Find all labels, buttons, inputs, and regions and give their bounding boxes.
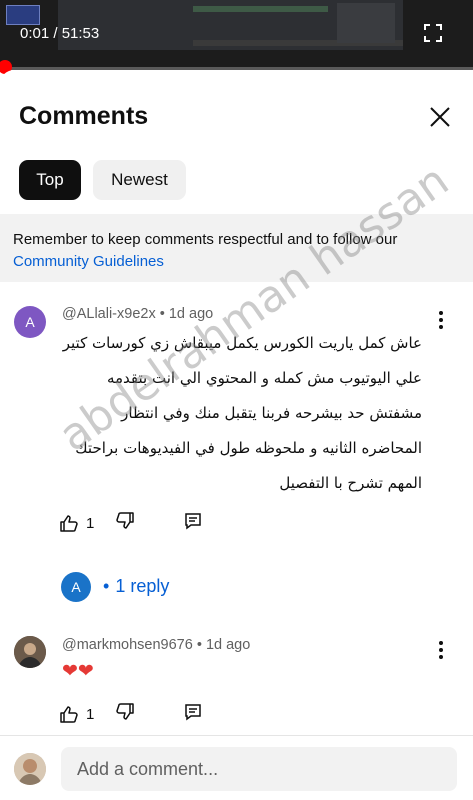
- notice-text: Remember to keep comments respectful and…: [13, 231, 398, 248]
- comment-author[interactable]: @ALlali-x9e2x: [62, 306, 156, 322]
- reply-button[interactable]: [184, 512, 202, 535]
- avatar[interactable]: [14, 636, 46, 668]
- like-count: 1: [86, 705, 95, 723]
- like-count: 1: [86, 514, 95, 532]
- sort-top-chip[interactable]: Top: [19, 160, 81, 200]
- video-player[interactable]: 0:01 / 51:53: [0, 0, 473, 70]
- fullscreen-icon[interactable]: [424, 24, 442, 47]
- community-guidelines-link[interactable]: Community Guidelines: [13, 251, 460, 273]
- comment-author[interactable]: @markmohsen9676: [62, 637, 193, 653]
- avatar-letter: A: [71, 579, 81, 595]
- thumbs-down-icon: [116, 702, 135, 720]
- community-notice: Remember to keep comments respectful and…: [0, 214, 473, 282]
- more-options-button[interactable]: [431, 308, 451, 332]
- reply-bullet: •: [103, 576, 110, 596]
- comment-actions: 1: [60, 702, 202, 726]
- thumbs-down-icon: [116, 511, 135, 529]
- video-frame-detail: [193, 6, 328, 12]
- reply-comment-icon: [185, 703, 202, 720]
- reply-comment-icon: [185, 512, 202, 529]
- more-vert-icon: [439, 311, 443, 329]
- profile-photo-icon: [14, 753, 46, 785]
- current-user-avatar: [14, 753, 46, 785]
- dislike-button[interactable]: [116, 511, 135, 535]
- profile-photo-icon: [14, 636, 46, 668]
- video-time: 0:01 / 51:53: [20, 25, 100, 42]
- divider: [0, 735, 473, 736]
- close-button[interactable]: [426, 103, 454, 131]
- comment-age: 1d ago: [168, 306, 214, 322]
- comment-meta: @ALlali-x9e2x • 1d ago: [62, 306, 213, 322]
- avatar[interactable]: A: [14, 306, 46, 338]
- video-frame-detail: [337, 3, 395, 43]
- add-comment-input[interactable]: Add a comment...: [61, 747, 457, 791]
- meta-separator: •: [159, 306, 169, 322]
- close-icon: [430, 107, 450, 127]
- reply-button[interactable]: [184, 703, 202, 726]
- comment-text: عاش كمل ياريت الكورس يكمل ميبقاش زي كورس…: [62, 334, 422, 492]
- more-vert-icon: [439, 641, 443, 659]
- reply-count: 1 reply: [115, 576, 170, 596]
- view-replies-button[interactable]: • 1 reply: [103, 576, 169, 597]
- dislike-button[interactable]: [116, 702, 135, 726]
- sort-newest-chip[interactable]: Newest: [93, 160, 186, 200]
- video-frame-detail: [6, 5, 40, 25]
- comment-actions: 1: [60, 511, 202, 535]
- reply-avatar: A: [61, 572, 91, 602]
- comments-sheet: Comments Top Newest Remember to keep com…: [0, 70, 473, 800]
- comment-text: ❤❤: [62, 661, 94, 682]
- avatar-letter: A: [25, 314, 35, 330]
- video-frame: [58, 0, 403, 50]
- more-options-button[interactable]: [431, 638, 451, 662]
- like-button[interactable]: 1: [60, 514, 94, 532]
- comment-meta: @markmohsen9676 • 1d ago: [62, 637, 250, 653]
- comment-age: 1d ago: [205, 637, 251, 653]
- like-button[interactable]: 1: [60, 705, 94, 723]
- meta-separator: •: [196, 637, 206, 653]
- thumbs-up-icon: [60, 515, 78, 532]
- thumbs-up-icon: [60, 706, 78, 723]
- page-title: Comments: [19, 102, 149, 130]
